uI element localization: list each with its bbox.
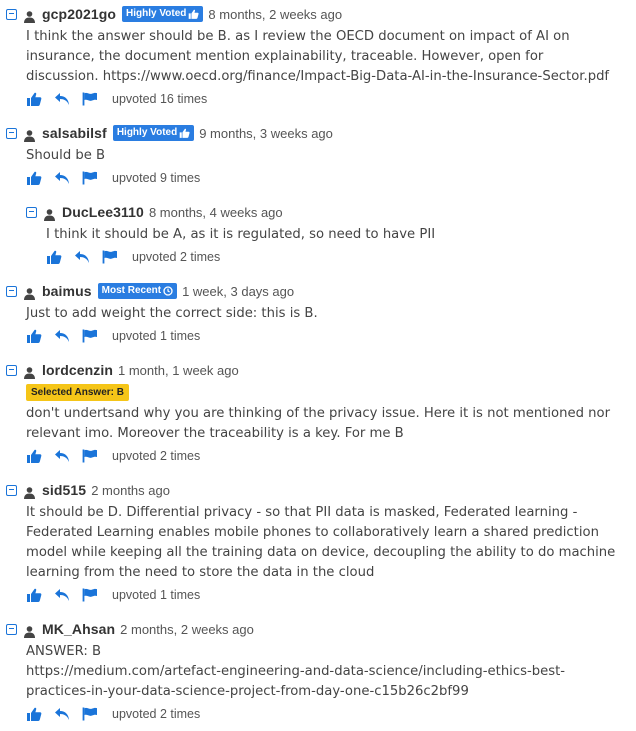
reply-icon[interactable] bbox=[74, 250, 90, 264]
user-icon bbox=[24, 8, 35, 23]
flag-icon[interactable] bbox=[82, 588, 98, 602]
comment-header: MK_Ahsan 2 months, 2 weeks ago bbox=[6, 619, 636, 639]
user-icon bbox=[24, 127, 35, 142]
collapse-toggle-icon[interactable] bbox=[6, 285, 17, 297]
comment: DucLee3110 8 months, 4 weeks ago I think i… bbox=[26, 202, 636, 267]
upvote-count: upvoted 16 times bbox=[112, 92, 208, 106]
comment: gcp2021go Highly Voted 8 months, 2 weeks a… bbox=[6, 4, 636, 109]
upvote-icon[interactable] bbox=[26, 707, 42, 721]
comment-date: 8 months, 2 weeks ago bbox=[208, 6, 343, 22]
comment-actions: upvoted 1 times bbox=[26, 585, 636, 605]
comment-text: ANSWER: B https://medium.com/artefact-en… bbox=[26, 644, 566, 699]
comment-actions: upvoted 2 times bbox=[26, 704, 636, 724]
comment-date: 1 month, 1 week ago bbox=[118, 362, 239, 378]
upvote-count: upvoted 1 times bbox=[112, 329, 201, 343]
comment-actions: upvoted 2 times bbox=[46, 247, 636, 267]
comment-text: Should be B bbox=[26, 148, 106, 163]
upvote-icon[interactable] bbox=[26, 329, 42, 343]
collapse-toggle-icon[interactable] bbox=[6, 8, 17, 20]
comment-text: It should be D. Differential privacy - s… bbox=[26, 505, 616, 580]
collapse-toggle-icon[interactable] bbox=[26, 206, 37, 218]
flag-icon[interactable] bbox=[82, 707, 98, 721]
reply-icon[interactable] bbox=[54, 449, 70, 463]
reply-icon[interactable] bbox=[54, 588, 70, 602]
upvote-count: upvoted 2 times bbox=[112, 449, 201, 463]
flag-icon[interactable] bbox=[82, 171, 98, 185]
comment: baimus Most Recent 1 week, 3 days ago Just … bbox=[6, 281, 636, 346]
comment: lordcenzin 1 month, 1 week ago Selected An… bbox=[6, 360, 636, 466]
comment-username[interactable]: DucLee3110 bbox=[62, 204, 144, 220]
upvote-icon[interactable] bbox=[26, 449, 42, 463]
comment-actions: upvoted 16 times bbox=[26, 89, 636, 109]
user-icon bbox=[24, 623, 35, 638]
reply-icon[interactable] bbox=[54, 92, 70, 106]
comment-badge: Most Recent bbox=[97, 283, 178, 299]
upvote-count: upvoted 2 times bbox=[112, 707, 201, 721]
clock-icon bbox=[163, 286, 173, 296]
discussion-thread: gcp2021go Highly Voted 8 months, 2 weeks a… bbox=[0, 0, 636, 724]
user-icon bbox=[24, 285, 35, 300]
comment-date: 8 months, 4 weeks ago bbox=[148, 204, 283, 220]
flag-icon[interactable] bbox=[82, 449, 98, 463]
comment-header: DucLee3110 8 months, 4 weeks ago bbox=[26, 202, 636, 222]
comment-username[interactable]: baimus bbox=[42, 283, 92, 299]
comment-header: sid515 2 months ago bbox=[6, 480, 636, 500]
comment-actions: upvoted 2 times bbox=[26, 446, 636, 466]
comment-username[interactable]: salsabilsf bbox=[42, 125, 107, 141]
comment-actions: upvoted 1 times bbox=[26, 326, 636, 346]
upvote-icon[interactable] bbox=[46, 250, 62, 264]
flag-icon[interactable] bbox=[102, 250, 118, 264]
comment-badge: Highly Voted bbox=[112, 125, 195, 141]
comment-text: don't undertsand why you are thinking of… bbox=[26, 406, 611, 441]
comment-actions: upvoted 9 times bbox=[26, 168, 636, 188]
reply-icon[interactable] bbox=[54, 707, 70, 721]
comment-header: baimus Most Recent 1 week, 3 days ago bbox=[6, 281, 636, 301]
comment: salsabilsf Highly Voted 9 months, 3 weeks … bbox=[6, 123, 636, 188]
flag-icon[interactable] bbox=[82, 329, 98, 343]
user-icon bbox=[44, 206, 55, 221]
comment-username[interactable]: gcp2021go bbox=[42, 6, 116, 22]
upvote-count: upvoted 2 times bbox=[132, 250, 221, 264]
collapse-toggle-icon[interactable] bbox=[6, 127, 17, 139]
comment-date: 9 months, 3 weeks ago bbox=[199, 125, 333, 141]
upvote-icon[interactable] bbox=[26, 92, 42, 106]
comment-text: I think the answer should be B. as I rev… bbox=[26, 29, 610, 84]
comment-text: Just to add weight the correct side: thi… bbox=[26, 306, 318, 321]
comment-header: gcp2021go Highly Voted 8 months, 2 weeks a… bbox=[6, 4, 636, 24]
comment-header: lordcenzin 1 month, 1 week ago bbox=[6, 360, 636, 380]
selected-answer-badge: Selected Answer: B bbox=[26, 384, 129, 401]
reply-icon[interactable] bbox=[54, 171, 70, 185]
user-icon bbox=[24, 484, 35, 499]
reply-icon[interactable] bbox=[54, 329, 70, 343]
collapse-toggle-icon[interactable] bbox=[6, 623, 17, 635]
upvote-count: upvoted 1 times bbox=[112, 588, 201, 602]
thumbs-up-icon bbox=[188, 9, 199, 19]
comment-text: I think it should be A, as it is regulat… bbox=[46, 227, 436, 242]
comment-header: salsabilsf Highly Voted 9 months, 3 weeks … bbox=[6, 123, 636, 143]
comment-username[interactable]: lordcenzin bbox=[42, 362, 113, 378]
comment-date: 2 months, 2 weeks ago bbox=[120, 621, 254, 637]
flag-icon[interactable] bbox=[82, 92, 98, 106]
upvote-icon[interactable] bbox=[26, 588, 42, 602]
collapse-toggle-icon[interactable] bbox=[6, 484, 17, 496]
comment-badge: Highly Voted bbox=[122, 6, 204, 22]
comment-username[interactable]: sid515 bbox=[42, 482, 86, 498]
user-icon bbox=[24, 364, 35, 379]
comment: sid515 2 months ago It should be D. Differ… bbox=[6, 480, 636, 605]
comment-username[interactable]: MK_Ahsan bbox=[42, 621, 115, 637]
comment-date: 1 week, 3 days ago bbox=[182, 283, 295, 299]
upvote-count: upvoted 9 times bbox=[112, 171, 201, 185]
comment-date: 2 months ago bbox=[91, 482, 170, 498]
upvote-icon[interactable] bbox=[26, 171, 42, 185]
comment: MK_Ahsan 2 months, 2 weeks ago ANSWER: B h… bbox=[6, 619, 636, 724]
collapse-toggle-icon[interactable] bbox=[6, 364, 17, 376]
thumbs-up-icon bbox=[179, 128, 190, 138]
